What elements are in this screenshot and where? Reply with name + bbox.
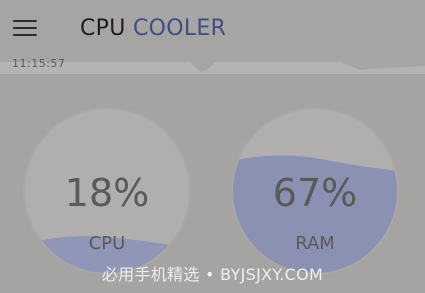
ram-gauge[interactable]: 67% RAM (231, 107, 399, 275)
cpu-label: CPU (88, 233, 126, 254)
title-cooler: COOLER (132, 16, 227, 41)
menu-icon[interactable] (13, 20, 37, 36)
app-bar: CPU COOLER (0, 0, 425, 62)
ram-label: RAM (295, 233, 335, 254)
timestamp: 11:15:57 (12, 57, 66, 70)
ram-percent: 67% (272, 171, 358, 215)
title-cpu: CPU (80, 16, 126, 41)
cpu-percent: 18% (64, 171, 150, 215)
watermark-text: 必用手机精选 • BYJSJXY.COM (101, 265, 324, 284)
cpu-gauge[interactable]: 18% CPU (23, 107, 191, 275)
app-title: CPU COOLER (80, 16, 226, 41)
